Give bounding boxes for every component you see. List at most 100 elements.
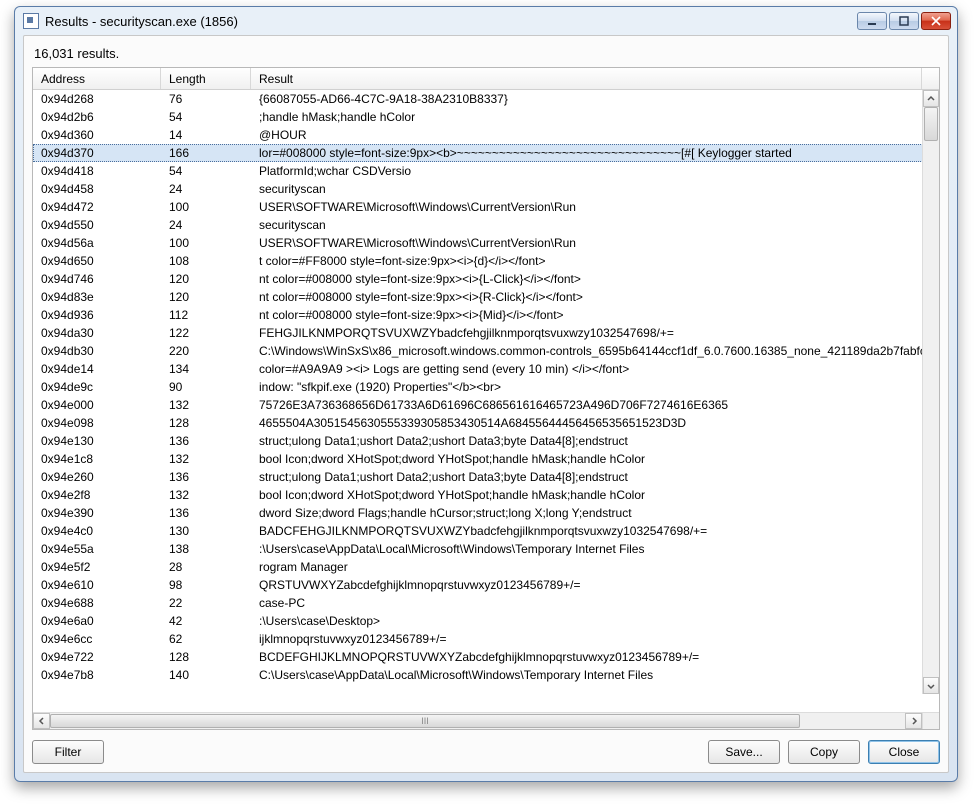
table-row[interactable]: 0x94d472100USER\SOFTWARE\Microsoft\Windo… — [33, 198, 939, 216]
close-window-button[interactable] — [921, 12, 951, 30]
table-row[interactable]: 0x94e68822case-PC — [33, 594, 939, 612]
filter-button[interactable]: Filter — [32, 740, 104, 764]
table-row[interactable]: 0x94d370166lor=#008000 style=font-size:9… — [33, 144, 939, 162]
column-header-address[interactable]: Address — [33, 68, 161, 89]
minimize-button[interactable] — [857, 12, 887, 30]
cell-address: 0x94d472 — [33, 200, 161, 214]
table-row[interactable]: 0x94d936112nt color=#008000 style=font-s… — [33, 306, 939, 324]
cell-length: 90 — [161, 380, 251, 394]
table-row[interactable]: 0x94e4c0130BADCFEHGJILKNMPORQTSVUXWZYbad… — [33, 522, 939, 540]
table-row[interactable]: 0x94e130136struct;ulong Data1;ushort Dat… — [33, 432, 939, 450]
close-button[interactable]: Close — [868, 740, 940, 764]
scroll-down-arrow[interactable] — [923, 677, 939, 694]
client-area: 16,031 results. Address Length Result 0x… — [23, 35, 949, 773]
cell-length: 220 — [161, 344, 251, 358]
table-row[interactable]: 0x94d36014 @HOUR — [33, 126, 939, 144]
cell-address: 0x94d56a — [33, 236, 161, 250]
table-row[interactable]: 0x94e61098QRSTUVWXYZabcdefghijklmnopqrst… — [33, 576, 939, 594]
cell-result: nt color=#008000 style=font-size:9px><i>… — [251, 308, 939, 322]
copy-button[interactable]: Copy — [788, 740, 860, 764]
cell-result: BADCFEHGJILKNMPORQTSVUXWZYbadcfehgjilknm… — [251, 524, 939, 538]
cell-result: struct;ulong Data1;ushort Data2;ushort D… — [251, 470, 939, 484]
table-row[interactable]: 0x94d2b654;handle hMask;handle hColor — [33, 108, 939, 126]
cell-length: 140 — [161, 668, 251, 682]
chevron-down-icon — [927, 682, 935, 690]
table-row[interactable]: 0x94e55a138:\Users\case\AppData\Local\Mi… — [33, 540, 939, 558]
table-row[interactable]: 0x94e00013275726E3A736368656D61733A6D616… — [33, 396, 939, 414]
cell-length: 76 — [161, 92, 251, 106]
table-row[interactable]: 0x94e6cc62ijklmnopqrstuvwxyz0123456789+/… — [33, 630, 939, 648]
cell-result: PlatformId;wchar CSDVersio — [251, 164, 939, 178]
cell-result: struct;ulong Data1;ushort Data2;ushort D… — [251, 434, 939, 448]
table-row[interactable]: 0x94e260136struct;ulong Data1;ushort Dat… — [33, 468, 939, 486]
scroll-right-arrow[interactable] — [905, 713, 922, 729]
cell-address: 0x94d360 — [33, 128, 161, 142]
cell-result: lor=#008000 style=font-size:9px><b>~~~~~… — [251, 146, 939, 160]
results-window: Results - securityscan.exe (1856) 16,031… — [14, 6, 958, 782]
table-row[interactable]: 0x94de9c90indow: "sfkpif.exe (1920) Prop… — [33, 378, 939, 396]
cell-result: 75726E3A736368656D61733A6D61696C68656161… — [251, 398, 939, 412]
cell-result: securityscan — [251, 218, 939, 232]
hscroll-track[interactable]: III — [50, 713, 922, 729]
save-button[interactable]: Save... — [708, 740, 780, 764]
column-header-length[interactable]: Length — [161, 68, 251, 89]
cell-address: 0x94d418 — [33, 164, 161, 178]
vertical-scrollbar[interactable] — [922, 90, 939, 694]
table-row[interactable]: 0x94d55024securityscan — [33, 216, 939, 234]
maximize-icon — [899, 16, 909, 26]
table-row[interactable]: 0x94d746120nt color=#008000 style=font-s… — [33, 270, 939, 288]
cell-address: 0x94e2f8 — [33, 488, 161, 502]
cell-address: 0x94d936 — [33, 308, 161, 322]
vscroll-thumb[interactable] — [924, 107, 938, 141]
table-row[interactable]: 0x94de14134color=#A9A9A9 ><i> Logs are g… — [33, 360, 939, 378]
cell-length: 132 — [161, 488, 251, 502]
table-row[interactable]: 0x94d56a100USER\SOFTWARE\Microsoft\Windo… — [33, 234, 939, 252]
cell-result: 4655504A3051545630555339305853430514A684… — [251, 416, 939, 430]
scroll-left-arrow[interactable] — [33, 713, 50, 729]
table-row[interactable]: 0x94d26876{66087055-AD66-4C7C-9A18-38A23… — [33, 90, 939, 108]
table-row[interactable]: 0x94e6a042:\Users\case\Desktop> — [33, 612, 939, 630]
close-icon — [931, 16, 941, 26]
table-row[interactable]: 0x94e7b8140C:\Users\case\AppData\Local\M… — [33, 666, 939, 684]
cell-length: 136 — [161, 434, 251, 448]
cell-address: 0x94e1c8 — [33, 452, 161, 466]
cell-address: 0x94e390 — [33, 506, 161, 520]
hscroll-grip: III — [421, 716, 429, 726]
vscroll-track[interactable] — [923, 107, 939, 677]
maximize-button[interactable] — [889, 12, 919, 30]
table-row[interactable]: 0x94e0981284655504A305154563055533930585… — [33, 414, 939, 432]
column-header-result[interactable]: Result — [251, 68, 922, 89]
cell-length: 24 — [161, 218, 251, 232]
cell-result: QRSTUVWXYZabcdefghijklmnopqrstuvwxyz0123… — [251, 578, 939, 592]
cell-address: 0x94d458 — [33, 182, 161, 196]
table-row[interactable]: 0x94e722128BCDEFGHIJKLMNOPQRSTUVWXYZabcd… — [33, 648, 939, 666]
table-row[interactable]: 0x94d650108t color=#FF8000 style=font-si… — [33, 252, 939, 270]
cell-length: 130 — [161, 524, 251, 538]
table-row[interactable]: 0x94e2f8132bool Icon;dword XHotSpot;dwor… — [33, 486, 939, 504]
hscroll-thumb[interactable]: III — [50, 714, 800, 728]
scroll-corner — [922, 713, 939, 730]
table-row[interactable]: 0x94d83e120nt color=#008000 style=font-s… — [33, 288, 939, 306]
cell-length: 22 — [161, 596, 251, 610]
cell-result: USER\SOFTWARE\Microsoft\Windows\CurrentV… — [251, 236, 939, 250]
table-row[interactable]: 0x94e5f228rogram Manager — [33, 558, 939, 576]
cell-length: 42 — [161, 614, 251, 628]
table-row[interactable]: 0x94da30122FEHGJILKNMPORQTSVUXWZYbadcfeh… — [33, 324, 939, 342]
table-row[interactable]: 0x94db30220C:\Windows\WinSxS\x86_microso… — [33, 342, 939, 360]
grid-body: 0x94d26876{66087055-AD66-4C7C-9A18-38A23… — [33, 90, 939, 712]
table-row[interactable]: 0x94d41854 PlatformId;wchar CSDVersio — [33, 162, 939, 180]
table-row[interactable]: 0x94d45824securityscan — [33, 180, 939, 198]
cell-length: 120 — [161, 290, 251, 304]
titlebar[interactable]: Results - securityscan.exe (1856) — [15, 7, 957, 35]
table-row[interactable]: 0x94e1c8132bool Icon;dword XHotSpot;dwor… — [33, 450, 939, 468]
scroll-up-arrow[interactable] — [923, 90, 939, 107]
cell-length: 166 — [161, 146, 251, 160]
app-icon — [23, 13, 39, 29]
grid-header: Address Length Result — [33, 68, 939, 90]
cell-length: 138 — [161, 542, 251, 556]
horizontal-scrollbar[interactable]: III — [33, 712, 939, 729]
cell-address: 0x94e722 — [33, 650, 161, 664]
table-row[interactable]: 0x94e390136dword Size;dword Flags;handle… — [33, 504, 939, 522]
cell-length: 128 — [161, 416, 251, 430]
button-row: Filter Save... Copy Close — [32, 740, 940, 764]
